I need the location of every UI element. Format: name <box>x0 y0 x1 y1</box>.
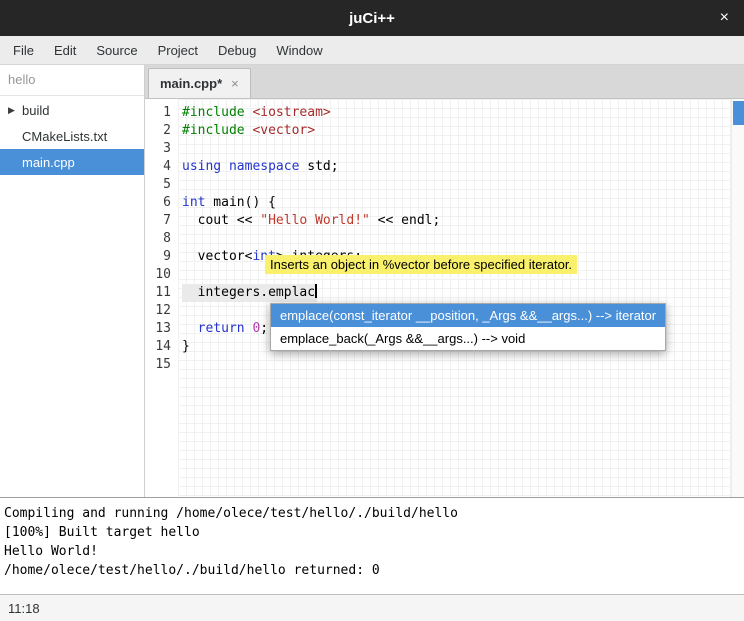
sidebar-item-label: build <box>22 103 49 118</box>
menu-item-source[interactable]: Source <box>86 36 147 64</box>
status-bar: 11:18 <box>0 594 744 621</box>
editor-pane: main.cpp* × 123456789101112131415 #inclu… <box>145 65 744 497</box>
line-number: 7 <box>145 212 171 230</box>
code-line[interactable]: cout << "Hello World!" << endl; <box>182 212 744 230</box>
line-number: 14 <box>145 338 171 356</box>
line-number: 5 <box>145 176 171 194</box>
window-title: juCi++ <box>349 10 395 27</box>
code-line[interactable]: using namespace std; <box>182 158 744 176</box>
tab-bar: main.cpp* × <box>145 65 744 99</box>
cursor-position: 11:18 <box>8 601 40 616</box>
code-line[interactable] <box>182 140 744 158</box>
menu-bar: FileEditSourceProjectDebugWindow <box>0 36 744 65</box>
code-token: << endl; <box>370 213 440 228</box>
project-name: hello <box>0 65 144 96</box>
code-token: vector< <box>182 249 252 264</box>
code-line[interactable] <box>182 230 744 248</box>
code-line[interactable]: #include <vector> <box>182 122 744 140</box>
code-token <box>221 159 229 174</box>
code-token <box>182 321 198 336</box>
terminal-output-line: /home/olece/test/hello/./build/hello ret… <box>4 561 740 580</box>
chevron-right-icon[interactable]: ▶ <box>8 105 22 116</box>
line-number: 9 <box>145 248 171 266</box>
code-token: using <box>182 159 221 174</box>
close-icon[interactable]: × <box>720 10 729 26</box>
terminal-output-line: [100%] Built target hello <box>4 523 740 542</box>
doc-tooltip: Inserts an object in %vector before spec… <box>265 255 577 274</box>
sidebar-item-main-cpp[interactable]: main.cpp <box>0 149 144 175</box>
code-line[interactable] <box>182 356 744 374</box>
line-number: 15 <box>145 356 171 374</box>
editor[interactable]: 123456789101112131415 #include <iostream… <box>145 99 744 497</box>
line-number: 4 <box>145 158 171 176</box>
sidebar-item-cmakelists-txt[interactable]: CMakeLists.txt <box>0 123 144 149</box>
autocomplete-popup: emplace(const_iterator __position, _Args… <box>270 303 666 351</box>
line-number: 6 <box>145 194 171 212</box>
line-number: 12 <box>145 302 171 320</box>
app-window: juCi++ × FileEditSourceProjectDebugWindo… <box>0 0 744 621</box>
menu-item-edit[interactable]: Edit <box>44 36 86 64</box>
menu-item-file[interactable]: File <box>3 36 44 64</box>
line-number: 11 <box>145 284 171 302</box>
code-token: int <box>182 195 205 210</box>
main-area: hello ▶build CMakeLists.txt main.cpp main.… <box>0 65 744 497</box>
code-token: return <box>198 321 245 336</box>
code-token: #include <box>182 123 245 138</box>
line-number: 13 <box>145 320 171 338</box>
text-cursor <box>315 284 317 298</box>
code-area[interactable]: #include <iostream>#include <vector>usin… <box>178 99 744 497</box>
file-tree: ▶build CMakeLists.txt main.cpp <box>0 96 144 175</box>
code-token: namespace <box>229 159 299 174</box>
sidebar: hello ▶build CMakeLists.txt main.cpp <box>0 65 145 497</box>
code-token: integers.emplac <box>182 285 315 300</box>
scrollbar-thumb[interactable] <box>733 101 744 125</box>
line-number: 1 <box>145 104 171 122</box>
sidebar-item-label: main.cpp <box>22 155 75 170</box>
line-number: 10 <box>145 266 171 284</box>
menu-item-window[interactable]: Window <box>266 36 332 64</box>
code-token: <vector> <box>252 123 315 138</box>
autocomplete-item[interactable]: emplace_back(_Args &&__args...) --> void <box>271 327 665 350</box>
code-token: std; <box>299 159 338 174</box>
tab-main-cpp[interactable]: main.cpp* × <box>148 68 251 98</box>
terminal-output-line: Compiling and running /home/olece/test/h… <box>4 504 740 523</box>
code-line[interactable]: #include <iostream> <box>182 104 744 122</box>
scrollbar-track[interactable] <box>731 99 744 497</box>
menu-item-debug[interactable]: Debug <box>208 36 266 64</box>
line-number: 3 <box>145 140 171 158</box>
tab-label: main.cpp* <box>160 76 222 91</box>
terminal-panel[interactable]: Compiling and running /home/olece/test/h… <box>0 497 744 594</box>
code-token: main() { <box>205 195 275 210</box>
line-number: 8 <box>145 230 171 248</box>
code-token: cout << <box>182 213 260 228</box>
line-number-gutter: 123456789101112131415 <box>145 99 178 497</box>
terminal-output-line: Hello World! <box>4 542 740 561</box>
sidebar-item-label: CMakeLists.txt <box>22 129 107 144</box>
code-line[interactable]: integers.emplac <box>182 284 744 302</box>
tab-close-icon[interactable]: × <box>231 76 239 91</box>
code-token: ; <box>260 321 268 336</box>
autocomplete-item[interactable]: emplace(const_iterator __position, _Args… <box>271 304 665 327</box>
titlebar: juCi++ × <box>0 0 744 36</box>
sidebar-item-build[interactable]: ▶build <box>0 97 144 123</box>
code-line[interactable] <box>182 176 744 194</box>
current-line-highlight: integers.emplac <box>182 284 317 302</box>
code-token: #include <box>182 105 245 120</box>
code-token: "Hello World!" <box>260 213 370 228</box>
code-token: <iostream> <box>252 105 330 120</box>
code-token: } <box>182 339 190 354</box>
menu-item-project[interactable]: Project <box>148 36 208 64</box>
line-number: 2 <box>145 122 171 140</box>
code-line[interactable]: int main() { <box>182 194 744 212</box>
